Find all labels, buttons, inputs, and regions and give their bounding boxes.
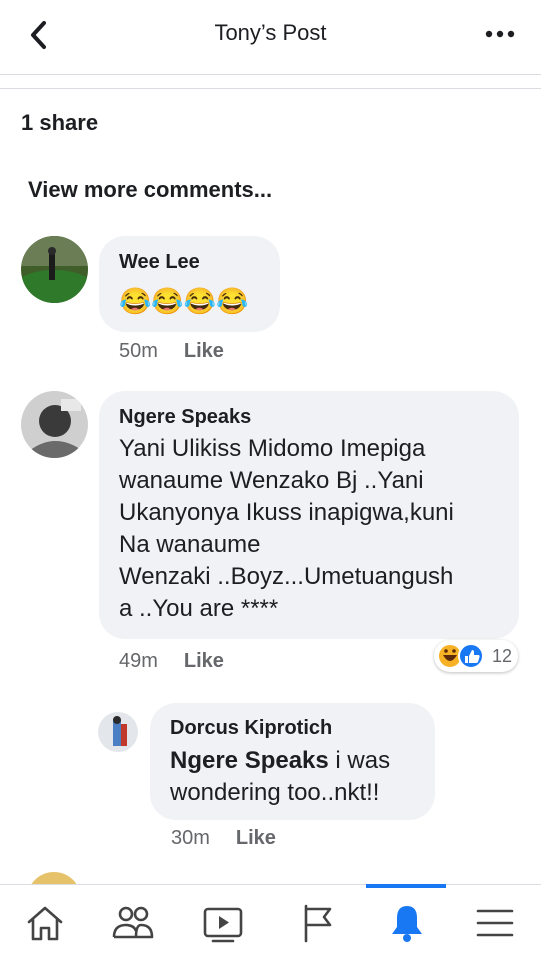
reaction-summary[interactable]: 12	[434, 640, 518, 672]
nav-menu[interactable]	[450, 885, 540, 961]
bottom-navigation	[0, 884, 541, 961]
comment-text-rest: i was	[328, 747, 391, 774]
nav-home[interactable]	[0, 885, 90, 961]
comment-author[interactable]: Wee Lee	[119, 251, 200, 274]
comment-line: a ..You are ****	[119, 595, 279, 622]
avatar-photo	[21, 391, 88, 458]
share-count[interactable]: 1 share	[21, 110, 98, 136]
comment-meta: 30m Like	[171, 827, 276, 850]
mention-link[interactable]: Ngere Speaks	[170, 747, 329, 774]
nav-notifications[interactable]	[362, 885, 452, 961]
comment-text: 😂😂😂😂	[119, 286, 249, 316]
avatar-photo	[98, 712, 138, 752]
top-bar: Tony’s Post	[0, 0, 541, 74]
avatar[interactable]	[98, 712, 138, 752]
friends-icon	[112, 906, 154, 939]
comment-line: Na wanaume	[119, 531, 261, 558]
divider	[0, 88, 541, 89]
comment-line: wondering too..nkt!!	[170, 779, 380, 806]
nav-watch[interactable]	[178, 885, 268, 961]
like-button[interactable]: Like	[184, 340, 224, 362]
comment-time: 49m	[119, 650, 158, 672]
nav-pages[interactable]	[272, 885, 362, 961]
comment-author[interactable]: Ngere Speaks	[119, 406, 251, 429]
like-button[interactable]: Like	[184, 650, 224, 672]
avatar[interactable]	[21, 236, 88, 303]
comment-line: Wenzaki ..Boyz...Umetuangush	[119, 563, 454, 590]
comment-time: 30m	[171, 827, 210, 849]
watch-icon	[203, 907, 243, 943]
menu-icon	[476, 909, 514, 937]
comment-bubble: Wee Lee 😂😂😂😂	[99, 236, 280, 332]
pages-icon	[304, 904, 332, 943]
like-button[interactable]: Like	[236, 827, 276, 849]
home-icon	[27, 906, 63, 941]
nav-friends[interactable]	[88, 885, 178, 961]
comment-line: Yani Ulikiss Midomo Imepiga	[119, 435, 426, 462]
comment-meta: 49m Like	[119, 650, 224, 673]
comment-text: Yani Ulikiss Midomo Imepiga wanaume Wenz…	[119, 433, 454, 625]
reply-bubble: Dorcus Kiprotich Ngere Speaks i was wond…	[150, 703, 435, 820]
notifications-icon	[392, 906, 422, 942]
avatar-photo	[21, 236, 88, 303]
view-more-comments-link[interactable]: View more comments...	[28, 177, 272, 203]
comment-text: Ngere Speaks i was	[170, 745, 390, 777]
comment-meta: 50m Like	[119, 340, 224, 363]
more-horizontal-icon	[485, 30, 515, 38]
more-options-button[interactable]	[485, 22, 515, 46]
comment-time: 50m	[119, 340, 158, 362]
reaction-count: 12	[492, 646, 513, 666]
comment-author[interactable]: Dorcus Kiprotich	[170, 717, 332, 740]
comment-line: wanaume Wenzako Bj ..Yani	[119, 467, 424, 494]
page-title: Tony’s Post	[214, 20, 327, 45]
active-tab-indicator	[366, 884, 446, 888]
avatar[interactable]	[21, 391, 88, 458]
comment-line: Ukanyonya Ikuss inapigwa,kuni	[119, 499, 454, 526]
comment-bubble: Ngere Speaks Yani Ulikiss Midomo Imepiga…	[99, 391, 519, 639]
divider	[0, 74, 541, 75]
